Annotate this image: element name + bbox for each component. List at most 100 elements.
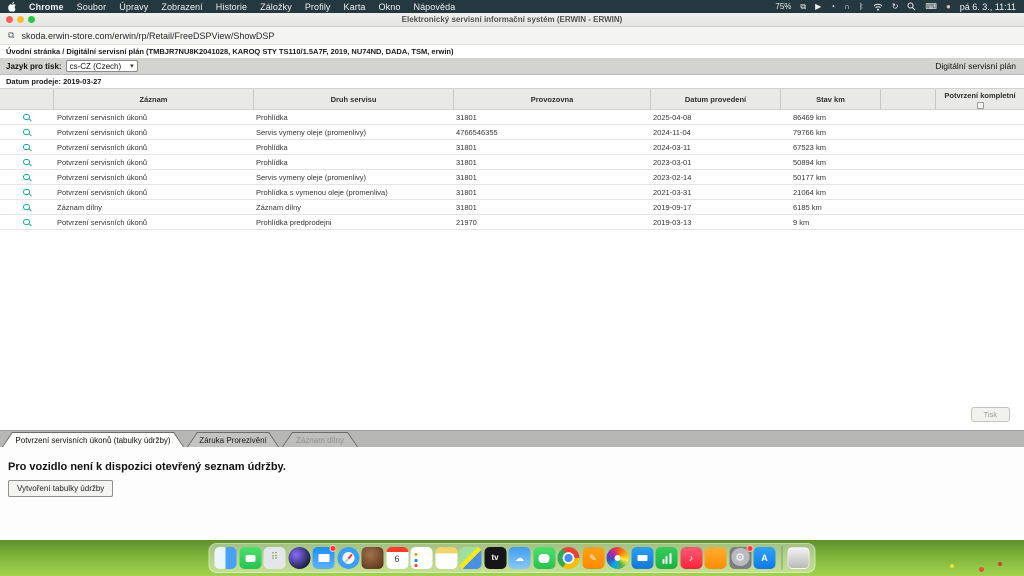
cell-km: 79766 km	[793, 127, 826, 137]
menu-zobrazeni[interactable]: Zobrazení	[161, 2, 202, 12]
safari-icon[interactable]	[337, 547, 359, 569]
menu-profily[interactable]: Profily	[305, 2, 331, 12]
cell-branch: 31801	[456, 142, 477, 152]
magnifier-icon[interactable]	[23, 158, 30, 166]
notes-icon[interactable]	[435, 547, 457, 569]
table-row[interactable]: Potvrzení servisních úkonů Prohlídka s v…	[0, 185, 1024, 200]
window-stack-icon[interactable]: ⧉	[800, 2, 806, 11]
menu-upravy[interactable]: Úpravy	[119, 2, 148, 12]
sync-icon[interactable]: ↻	[892, 2, 899, 11]
menu-zalozky[interactable]: Záložky	[260, 2, 292, 12]
maps-icon[interactable]	[459, 547, 482, 569]
browser-urlbar[interactable]: ⧉ skoda.erwin-store.com/erwin/rp/Retail/…	[0, 27, 1024, 45]
cell-date: 2019-09-17	[653, 202, 692, 212]
magnifier-icon[interactable]	[23, 113, 30, 121]
cell-record: Potvrzení servisních úkonů	[57, 187, 148, 197]
wallpaper-flower	[998, 562, 1002, 566]
reminders-icon[interactable]	[410, 547, 433, 569]
bluetooth-icon[interactable]: ᛒ	[859, 2, 864, 11]
content-spacer: Tisk	[0, 230, 1024, 430]
table-row[interactable]: Potvrzení servisních úkonů Servis vymeny…	[0, 170, 1024, 185]
cell-date: 2021-03-31	[653, 187, 692, 197]
tab-service-confirmations[interactable]: Potvrzení servisních úkonů (tabulky údrž…	[2, 432, 184, 447]
table-row[interactable]: Potvrzení servisních úkonů Prohlídka 318…	[0, 140, 1024, 155]
system-settings-icon[interactable]: ⚙	[729, 545, 753, 569]
header-date: Datum provedení	[650, 89, 780, 109]
facetime-icon[interactable]	[239, 547, 261, 569]
books-icon[interactable]	[704, 547, 727, 569]
cell-branch: 31801	[456, 187, 477, 197]
mail-icon[interactable]	[312, 545, 337, 569]
no-maintenance-message: Pro vozidlo není k dispozici otevřený se…	[8, 461, 286, 473]
app-store-icon[interactable]: A	[753, 547, 776, 569]
battery-indicator[interactable]: 75%	[775, 2, 791, 11]
photos-icon[interactable]	[606, 547, 629, 569]
photo-booth-icon[interactable]	[361, 547, 384, 569]
table-row[interactable]: Záznam dílny Záznam dílny 31801 2019-09-…	[0, 200, 1024, 215]
magnifier-icon[interactable]	[23, 203, 30, 211]
magnifier-icon[interactable]	[23, 143, 30, 151]
messages-icon[interactable]	[533, 547, 555, 569]
cell-service: Prohlídka	[256, 157, 288, 167]
menu-chrome[interactable]: Chrome	[29, 2, 64, 12]
cell-km: 67523 km	[793, 142, 826, 152]
breadcrumb-text[interactable]: Úvodní stránka / Digitální servisní plán…	[6, 47, 454, 56]
menu-historie[interactable]: Historie	[216, 2, 247, 12]
keynote-icon[interactable]	[631, 547, 653, 569]
menu-okno[interactable]: Okno	[379, 2, 401, 12]
cell-service: Prohlídka	[256, 142, 288, 152]
dock: ⠿ 6 tv ☁ ✎ ♪ ⚙ A	[208, 543, 816, 573]
tab-grid-icon[interactable]: ⧉	[8, 30, 14, 41]
menu-karta[interactable]: Karta	[344, 2, 366, 12]
weather-icon[interactable]: ☁	[508, 547, 531, 569]
confirm-all-checkbox[interactable]	[976, 102, 984, 109]
wifi-icon[interactable]	[873, 3, 883, 11]
headphones-icon[interactable]: ∩	[844, 2, 850, 11]
cell-date: 2023-02-14	[653, 172, 692, 182]
table-row[interactable]: Potvrzení servisních úkonů Prohlídka pre…	[0, 215, 1024, 230]
play-circle-icon[interactable]: ▶	[815, 2, 821, 11]
menubar-clock[interactable]: pá 6. 3., 11:11	[960, 2, 1016, 12]
language-select[interactable]: cs-CZ (Czech) ▾	[65, 60, 138, 72]
table-row[interactable]: Potvrzení servisních úkonů Servis vymeny…	[0, 125, 1024, 140]
cell-record: Potvrzení servisních úkonů	[57, 112, 148, 122]
print-button[interactable]: Tisk	[970, 407, 1010, 422]
url-text[interactable]: skoda.erwin-store.com/erwin/rp/Retail/Fr…	[21, 31, 274, 41]
music-icon[interactable]: ♪	[680, 547, 702, 569]
apple-tv-icon[interactable]: tv	[484, 547, 506, 569]
magnifier-icon[interactable]	[23, 188, 30, 196]
spotlight-icon[interactable]	[907, 2, 916, 11]
sale-date-row: Datum prodeje: 2019-03-27	[0, 75, 1024, 88]
launchpad-icon[interactable]: ⠿	[263, 547, 286, 569]
menu-soubor[interactable]: Soubor	[77, 2, 107, 12]
settings-badge	[746, 545, 753, 552]
cell-date: 2023-03-01	[653, 157, 692, 167]
chrome-icon[interactable]	[557, 547, 580, 569]
cell-km: 21064 km	[793, 187, 826, 197]
sale-date-text: Datum prodeje: 2019-03-27	[6, 77, 102, 86]
magnifier-icon[interactable]	[23, 218, 30, 226]
menu-napoveda[interactable]: Nápověda	[413, 2, 455, 12]
table-row[interactable]: Potvrzení servisních úkonů Prohlídka 318…	[0, 155, 1024, 170]
magnifier-icon[interactable]	[23, 173, 30, 181]
magnifier-icon[interactable]	[23, 128, 30, 136]
keyboard-icon[interactable]: ⌨	[925, 2, 937, 11]
calendar-icon[interactable]: 6	[386, 547, 408, 569]
finder-icon[interactable]	[214, 547, 237, 569]
table-row[interactable]: Potvrzení servisních úkonů Prohlídka 318…	[0, 110, 1024, 125]
window-title: Elektronický servisní informační systém …	[401, 15, 623, 24]
header-branch: Provozovna	[453, 89, 650, 109]
app-toolbar: Jazyk pro tisk: cs-CZ (Czech) ▾ Digitáln…	[0, 58, 1024, 75]
record-timer-icon[interactable]: ◔	[830, 2, 835, 11]
cell-branch: 4766546355	[456, 127, 498, 137]
create-maintenance-table-button[interactable]: Vytvoření tabulky údržby	[8, 480, 114, 497]
cell-km: 86469 km	[793, 112, 826, 122]
siri-icon[interactable]	[288, 547, 310, 569]
window-titlebar[interactable]: Elektronický servisní informační systém …	[0, 13, 1024, 27]
trash-icon[interactable]	[787, 547, 810, 569]
tab-corrosion-warranty[interactable]: Záruka Prorezivění	[187, 432, 279, 447]
notification-dot-icon[interactable]: ●	[946, 2, 951, 11]
apple-menu-icon[interactable]	[8, 1, 17, 12]
pages-icon[interactable]: ✎	[582, 547, 604, 569]
stocks-icon[interactable]	[655, 547, 678, 569]
